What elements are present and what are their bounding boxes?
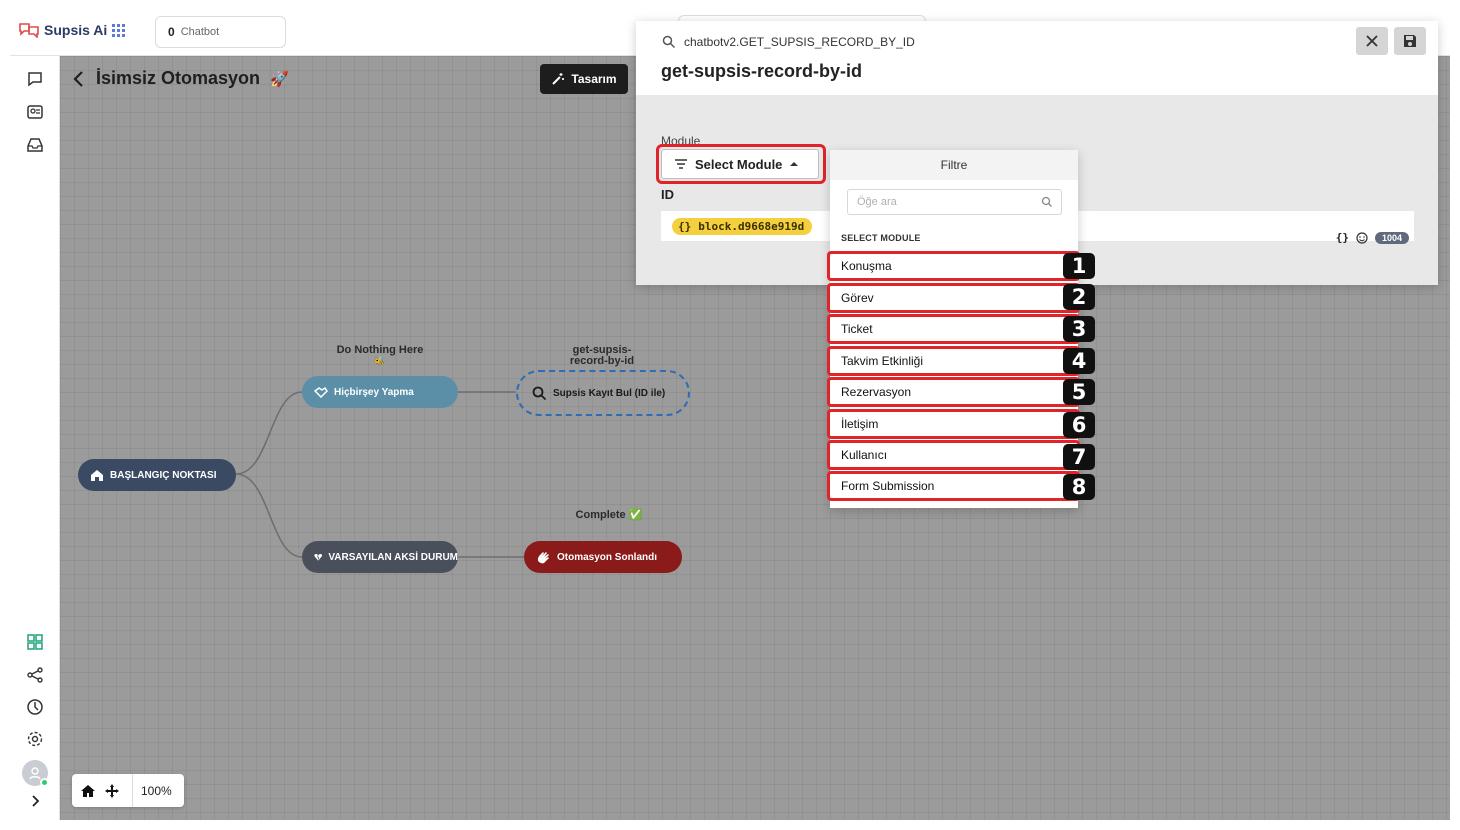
nothing-caption: Do Nothing Here 🐝 [320,345,440,367]
caret-up-icon [790,162,799,166]
zoom-controls: 100% [72,774,184,807]
select-module-button[interactable]: Select Module [661,149,819,179]
dashboard-icon[interactable] [24,631,46,653]
module-option-konusma[interactable]: Konuşma [827,251,1080,281]
select-module-label: Select Module [695,156,783,172]
number-badge: 2 [1063,284,1095,310]
chatbot-selector[interactable]: 0 Chatbot [155,16,286,48]
option-label: Takvim Etkinliği [841,354,924,368]
number-badge: 1 [1063,253,1095,279]
option-label: Kullanıcı [841,448,888,462]
brand-logo[interactable]: Supsis Ai [18,22,107,38]
module-option-rezervasyon[interactable]: Rezervasyon [827,377,1080,407]
option-label: Görev [841,291,874,305]
inbox-icon[interactable] [24,134,46,156]
search-icon [1041,196,1052,207]
chatbot-label: Chatbot [180,26,220,38]
emoji-icon[interactable] [1356,231,1368,244]
find-record-node[interactable]: Supsis Kayıt Bul (ID ile) [516,370,690,416]
save-icon [1404,35,1416,47]
contact-card-icon[interactable] [24,101,46,123]
history-icon[interactable] [24,696,46,718]
settings-gear-icon[interactable] [24,728,46,750]
dropdown-header: Filtre [830,150,1078,180]
option-label: Konuşma [841,259,892,273]
module-option-form-submission[interactable]: Form Submission [827,471,1080,501]
left-sidebar [10,56,60,820]
modal-title: get-supsis-record-by-id [661,61,863,81]
zoom-divider [132,774,133,807]
close-icon [1366,35,1378,47]
module-option-ticket[interactable]: Ticket [827,314,1080,344]
option-label: Form Submission [841,479,935,493]
close-button[interactable] [1356,27,1388,55]
search-icon [532,386,547,400]
move-arrows-icon[interactable] [104,783,120,799]
dropdown-search-input[interactable]: Öğe ara [847,189,1062,215]
variable-chip[interactable]: {} block.d9668e919d [672,218,813,235]
option-label: Ticket [841,322,873,336]
id-label: ID [661,187,674,202]
module-option-gorev[interactable]: Görev [827,283,1080,313]
braces-insert-icon[interactable]: {} [1336,231,1349,244]
chat-bubbles-icon [19,23,39,38]
modal-header: chatbotv2.GET_SUPSIS_RECORD_BY_ID get-su… [636,21,1438,95]
user-avatar[interactable] [22,760,49,787]
number-badge: 3 [1063,316,1095,342]
start-node-label: BAŞLANGIÇ NOKTASI [110,469,217,481]
do-nothing-node[interactable]: Hiçbirşey Yapma [302,376,458,408]
save-button[interactable] [1394,27,1426,55]
start-node[interactable]: BAŞLANGIÇ NOKTASI [78,459,236,491]
modal-path-text: chatbotv2.GET_SUPSIS_RECORD_BY_ID [684,35,915,49]
share-icon[interactable] [24,664,46,686]
do-nothing-node-label: Hiçbirşey Yapma [334,386,414,398]
number-badge: 7 [1063,444,1095,470]
online-status-dot [40,778,49,787]
option-label: İletişim [841,417,879,431]
zoom-level: 100% [141,783,172,798]
character-count-badge: 1004 [1374,231,1409,244]
nothing-caption-text: Do Nothing Here [336,344,424,356]
find-caption: get-supsis- record-by-id [542,345,662,367]
automation-end-node-label: Otomasyon Sonlandı [557,551,658,563]
chatbot-count: 0 [168,25,175,39]
automation-end-node[interactable]: Otomasyon Sonlandı [524,541,682,573]
variable-chip-text: block.d9668e919d [698,220,805,233]
dropdown-section-title: SELECT MODULE [841,233,921,243]
option-label: Rezervasyon [841,385,912,399]
braces-icon: {} [678,220,692,233]
module-option-iletisim[interactable]: İletişim [827,409,1080,439]
default-case-node-label: VARSAYILAN AKSİ DURUM [328,551,458,563]
expand-sidebar-chevron-icon[interactable] [24,790,46,812]
apps-grid-icon[interactable] [112,24,126,43]
find-record-node-label: Supsis Kayıt Bul (ID ile) [553,387,666,399]
dropdown-search-placeholder: Öğe ara [857,196,897,208]
input-tools: {} 1004 [1336,231,1409,244]
check-emoji: ✅ [628,509,643,521]
broken-heart-icon [314,554,322,561]
bee-emoji: 🐝 [374,356,386,366]
handshake-icon [314,386,328,399]
search-icon [662,35,676,49]
chat-icon[interactable] [24,68,46,90]
number-badge: 6 [1063,412,1095,438]
home-icon [91,470,103,481]
home-fit-icon[interactable] [80,783,96,799]
app-window: Supsis Ai 0 Chatbot İsimsiz Otomasyon 🚀 … [10,10,1450,820]
module-option-kullanici[interactable]: Kullanıcı [827,440,1080,470]
end-caption-text: Complete [575,509,626,521]
filter-icon [675,159,687,169]
default-case-node[interactable]: VARSAYILAN AKSİ DURUM [302,541,458,573]
number-badge: 8 [1063,474,1095,500]
modal-path: chatbotv2.GET_SUPSIS_RECORD_BY_ID [662,35,915,49]
number-badge: 5 [1063,379,1095,405]
module-dropdown: Filtre Öğe ara SELECT MODULE Konuşma Gör… [827,150,1080,508]
brand-name: Supsis Ai [44,22,108,38]
find-caption-line-2: record-by-id [569,355,635,367]
end-caption: Complete ✅ [554,510,664,521]
waving-hand-icon [537,551,549,563]
number-badge: 4 [1063,348,1095,374]
module-option-takvim-etkinligi[interactable]: Takvim Etkinliği [827,346,1080,376]
